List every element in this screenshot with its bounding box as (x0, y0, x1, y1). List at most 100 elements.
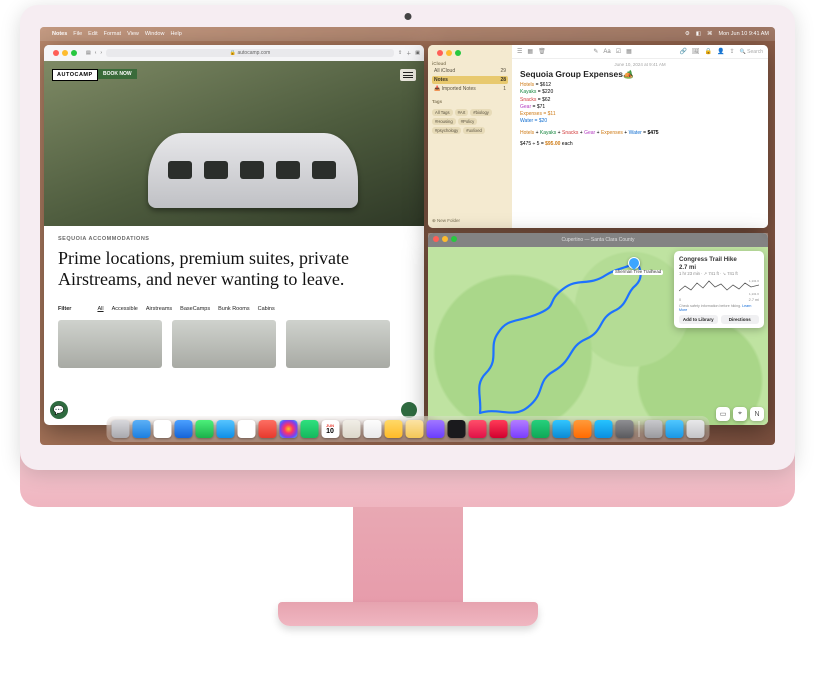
link-icon[interactable]: 🔗 (679, 48, 686, 55)
sidebar-item-all[interactable]: All iCloud29 (432, 67, 508, 75)
svg-text:1,131 ft: 1,131 ft (749, 292, 759, 296)
directions-button[interactable]: Directions (721, 315, 760, 324)
sidebar-item-imported[interactable]: 📥 Imported Notes1 (432, 85, 508, 93)
menu-edit[interactable]: Edit (88, 31, 97, 37)
filter-basecamps[interactable]: BaseCamps (180, 306, 210, 312)
dock-calendar[interactable]: JUN10 (321, 420, 339, 438)
dock-launchpad[interactable] (132, 420, 150, 438)
menu-help[interactable]: Help (170, 31, 181, 37)
dock-contacts[interactable] (237, 420, 255, 438)
map-mode-icon[interactable]: ▭ (716, 407, 730, 421)
note-title[interactable]: Sequoia Group Expenses🏕️ (512, 69, 768, 80)
dock-recent[interactable] (644, 420, 662, 438)
dock-downloads[interactable] (665, 420, 683, 438)
back-icon[interactable]: ‹ (95, 50, 97, 56)
listing-card[interactable] (58, 320, 162, 368)
dock-pages[interactable] (573, 420, 591, 438)
compose-icon[interactable]: ✎ (593, 48, 598, 55)
tag[interactable]: #ux/ixed (463, 127, 485, 134)
checklist-icon[interactable]: ☑ (616, 48, 621, 55)
format-icon[interactable]: Aa (603, 49, 610, 55)
new-folder-button[interactable]: ⊕ New Folder (432, 216, 508, 226)
dock-settings[interactable] (615, 420, 633, 438)
filter-bunkrooms[interactable]: Bunk Rooms (218, 306, 250, 312)
dock-find-my[interactable] (258, 420, 276, 438)
dock-notes[interactable] (384, 420, 402, 438)
photo-icon[interactable]: 🖼 (692, 48, 700, 55)
map-canvas[interactable]: Sherman Tree Trailhead Congress Trail Hi… (428, 247, 768, 425)
map-pin[interactable] (628, 257, 640, 269)
tag[interactable]: #Policy (458, 118, 478, 125)
tag[interactable]: #Art (455, 109, 469, 116)
dock-podcasts[interactable] (426, 420, 444, 438)
listing-card[interactable] (172, 320, 276, 368)
search-input[interactable]: 🔍 Search (740, 49, 763, 55)
tag[interactable]: #psychology (432, 127, 461, 134)
dock-freeform[interactable] (405, 420, 423, 438)
sidebar-icon[interactable]: ▤ (86, 50, 91, 56)
sidebar-item-notes[interactable]: Notes28 (432, 76, 508, 84)
dock-appstore[interactable] (594, 420, 612, 438)
hero-image: AUTOCAMP BOOK NOW (44, 61, 424, 226)
address-bar[interactable]: 🔒 autocamp.com (106, 49, 394, 57)
notes-window: iCloud All iCloud29 Notes28 📥 Imported N… (428, 45, 768, 228)
dock-facetime[interactable] (300, 420, 318, 438)
dock-photos[interactable] (279, 420, 297, 438)
dock-music[interactable] (468, 420, 486, 438)
tag[interactable]: #Housing (432, 118, 456, 125)
dock-trash[interactable] (686, 420, 704, 438)
menubar-app[interactable]: Notes (52, 31, 67, 37)
filter-accessible[interactable]: Accessible (112, 306, 138, 312)
window-controls[interactable] (428, 233, 462, 245)
delete-icon[interactable]: 🗑 (538, 48, 546, 55)
dock-news[interactable] (363, 420, 381, 438)
tabs-icon[interactable]: ▣ (415, 50, 420, 56)
list-view-icon[interactable]: ☰ (517, 48, 522, 55)
dock-mail[interactable] (174, 420, 192, 438)
share-icon[interactable]: ⇪ (398, 50, 402, 56)
filter-cabins[interactable]: Cabins (258, 306, 275, 312)
listing-card[interactable] (286, 320, 390, 368)
forward-icon[interactable]: › (100, 50, 102, 56)
new-tab-icon[interactable]: ＋ (406, 50, 411, 57)
add-to-library-button[interactable]: Add to Library (679, 315, 718, 324)
lock-icon[interactable]: 🔒 (705, 48, 712, 55)
menu-view[interactable]: View (127, 31, 139, 37)
collab-icon[interactable]: 👤 (717, 48, 724, 55)
note-body[interactable]: Hotels = $612 Kayaks = $220 Snacks = $62… (512, 80, 768, 150)
tag-all[interactable]: All Tags (432, 109, 453, 116)
camera (404, 13, 411, 20)
dock-numbers[interactable] (531, 420, 549, 438)
dock-news2[interactable] (489, 420, 507, 438)
dock-keynote[interactable] (552, 420, 570, 438)
pin-label: Sherman Tree Trailhead (613, 270, 663, 275)
table-icon[interactable]: ▦ (626, 48, 632, 55)
menu-file[interactable]: File (73, 31, 82, 37)
wifi-icon[interactable]: ⚙︎ (685, 31, 690, 37)
battery-icon[interactable]: ◧ (696, 31, 701, 37)
grid-view-icon[interactable]: ▦ (527, 48, 533, 55)
control-center-icon[interactable]: ⌘ (707, 31, 713, 37)
book-now-button[interactable]: BOOK NOW (98, 69, 137, 79)
menu-window[interactable]: Window (145, 31, 165, 37)
menu-format[interactable]: Format (104, 31, 121, 37)
dock-home[interactable] (510, 420, 528, 438)
dock-reminders[interactable] (342, 420, 360, 438)
chat-icon[interactable]: 💬 (50, 401, 68, 419)
menu-icon[interactable] (400, 69, 416, 81)
dock-messages[interactable] (195, 420, 213, 438)
window-controls[interactable] (48, 47, 82, 59)
dock-safari[interactable] (153, 420, 171, 438)
dock-finder[interactable] (111, 420, 129, 438)
dock-maps[interactable] (216, 420, 234, 438)
filter-all[interactable]: All (97, 306, 103, 312)
site-logo[interactable]: AUTOCAMP (52, 69, 98, 81)
locate-icon[interactable]: ⌖ (733, 407, 747, 421)
filter-airstreams[interactable]: Airstreams (146, 306, 172, 312)
window-controls[interactable] (432, 47, 508, 59)
share-icon[interactable]: ⇪ (730, 48, 735, 55)
compass-icon[interactable]: N (750, 407, 764, 421)
tag[interactable]: #biology (470, 109, 492, 116)
dock-tv[interactable] (447, 420, 465, 438)
menubar-clock[interactable]: Mon Jun 10 9:41 AM (719, 31, 769, 37)
